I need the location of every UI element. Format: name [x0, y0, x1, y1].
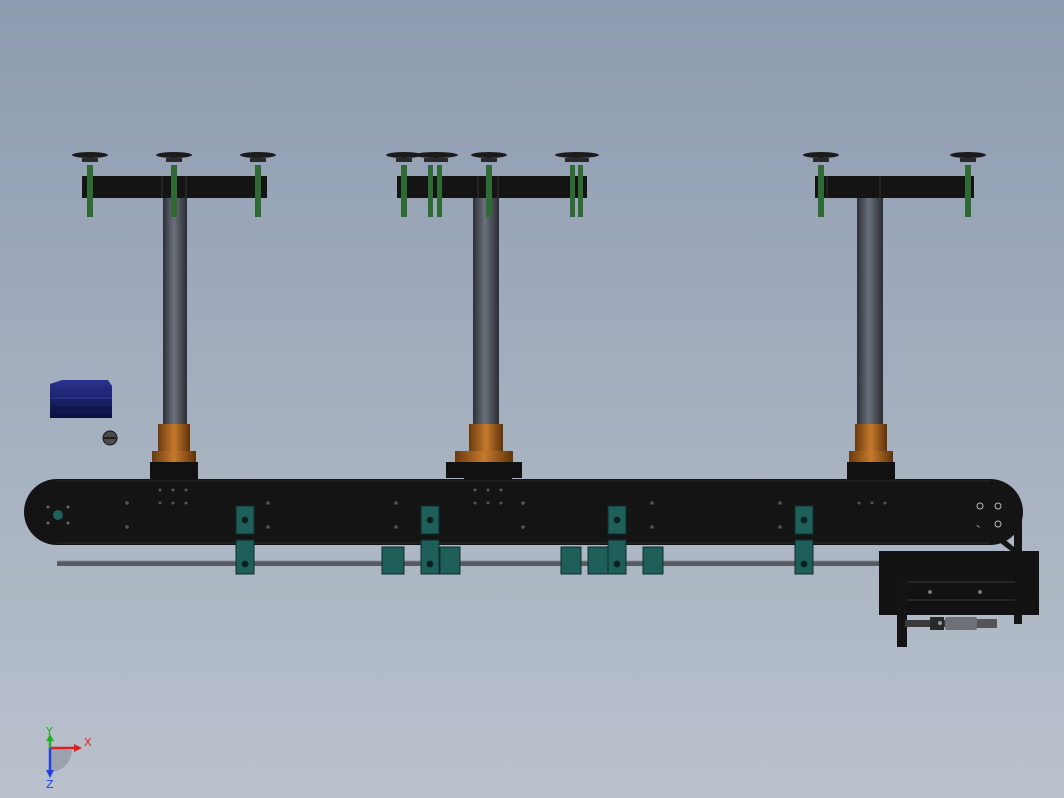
pick-head-1[interactable] — [72, 152, 276, 510]
pick-head-3[interactable] — [803, 152, 986, 510]
bracket-1 — [235, 505, 255, 575]
triad-x-label: X — [84, 736, 92, 749]
bearing-housing-3 — [855, 424, 887, 452]
pneumatic-cylinder — [905, 617, 997, 630]
pick-head-2[interactable] — [386, 152, 599, 510]
cad-viewport[interactable]: X Y Z — [0, 0, 1064, 798]
bearing-housing-1 — [158, 424, 190, 452]
column-1 — [163, 195, 187, 425]
bearing-housing-2 — [469, 424, 503, 452]
guide-rail — [57, 561, 880, 566]
coordinate-triad: X Y Z — [45, 725, 92, 791]
column-3 — [857, 195, 883, 425]
motor-box[interactable] — [50, 380, 112, 418]
triad-y-label: Y — [45, 725, 53, 738]
knob-icon[interactable] — [102, 430, 118, 446]
column-2 — [473, 195, 499, 425]
conveyor-frame[interactable] — [24, 479, 1023, 545]
bracket-2 — [420, 505, 440, 575]
bracket-4 — [794, 505, 814, 575]
bracket-3 — [607, 505, 627, 575]
crossbar-3 — [815, 176, 974, 198]
triad-z-label: Z — [46, 778, 54, 791]
